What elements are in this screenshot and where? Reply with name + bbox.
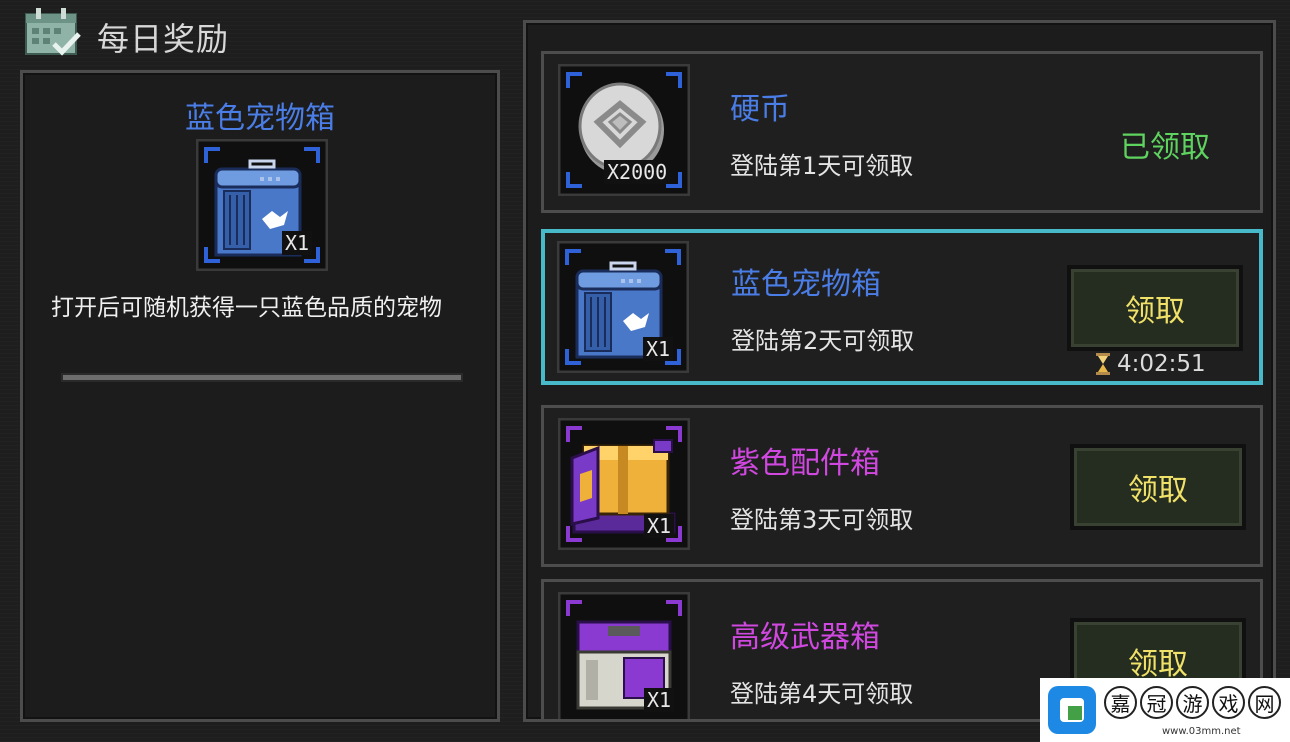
watermark-char: 戏 [1212, 686, 1245, 719]
reward-condition: 登陆第2天可领取 [731, 327, 915, 355]
silver-coin-icon: X2000 [557, 63, 691, 197]
detail-quantity: X1 [282, 231, 313, 255]
reward-condition: 登陆第3天可领取 [730, 506, 914, 534]
advanced-weapon-crate-icon: X1 [557, 591, 691, 719]
reward-name: 紫色配件箱 [730, 446, 880, 481]
reward-quantity: X1 [644, 688, 675, 712]
reward-name: 高级武器箱 [730, 620, 880, 655]
claim-button[interactable]: 领取 [1067, 265, 1243, 351]
reward-name: 硬币 [730, 92, 790, 127]
hourglass-icon [1096, 353, 1110, 375]
blue-pet-crate-icon: X1 [556, 240, 690, 374]
watermark-char: 游 [1176, 686, 1209, 719]
purple-parts-crate-icon: X1 [557, 417, 691, 551]
watermark-logo-icon [1046, 684, 1098, 736]
reward-list-panel[interactable]: X2000 硬币 登陆第1天可领取 已领取 X1 蓝色宠物箱 登陆第2天可领取 … [523, 20, 1276, 722]
detail-title: 蓝色宠物箱 [185, 101, 335, 136]
detail-divider [61, 373, 463, 382]
reward-row-day2[interactable]: X1 蓝色宠物箱 登陆第2天可领取 领取 4:02:51 [541, 229, 1263, 385]
blue-pet-crate-icon: X1 [195, 138, 329, 272]
calendar-check-icon [24, 6, 82, 58]
detail-description: 打开后可随机获得一只蓝色品质的宠物 [51, 295, 442, 321]
watermark-text: 嘉 冠 游 戏 网 [1104, 686, 1281, 719]
countdown-timer: 4:02:51 [1095, 351, 1206, 377]
watermark-char: 网 [1248, 686, 1281, 719]
watermark-char: 冠 [1140, 686, 1173, 719]
watermark-url: www.03mm.net [1162, 726, 1241, 737]
page-title: 每日奖励 [97, 20, 230, 58]
reward-condition: 登陆第4天可领取 [730, 680, 914, 708]
claimed-status: 已领取 [1120, 130, 1210, 165]
reward-quantity: X2000 [604, 160, 671, 184]
reward-quantity: X1 [643, 337, 674, 361]
reward-condition: 登陆第1天可领取 [730, 152, 914, 180]
timer-text: 4:02:51 [1117, 351, 1206, 377]
reward-detail-panel: 蓝色宠物箱 X1 打开后可随机获得一只蓝色品质的宠物 [20, 70, 500, 722]
reward-quantity: X1 [644, 514, 675, 538]
reward-row-day1[interactable]: X2000 硬币 登陆第1天可领取 已领取 [541, 51, 1263, 213]
claim-button[interactable]: 领取 [1070, 444, 1246, 530]
reward-row-day3[interactable]: X1 紫色配件箱 登陆第3天可领取 领取 [541, 405, 1263, 567]
watermark-char: 嘉 [1104, 686, 1137, 719]
site-watermark: 嘉 冠 游 戏 网 www.03mm.net [1040, 678, 1290, 742]
reward-name: 蓝色宠物箱 [731, 267, 881, 302]
